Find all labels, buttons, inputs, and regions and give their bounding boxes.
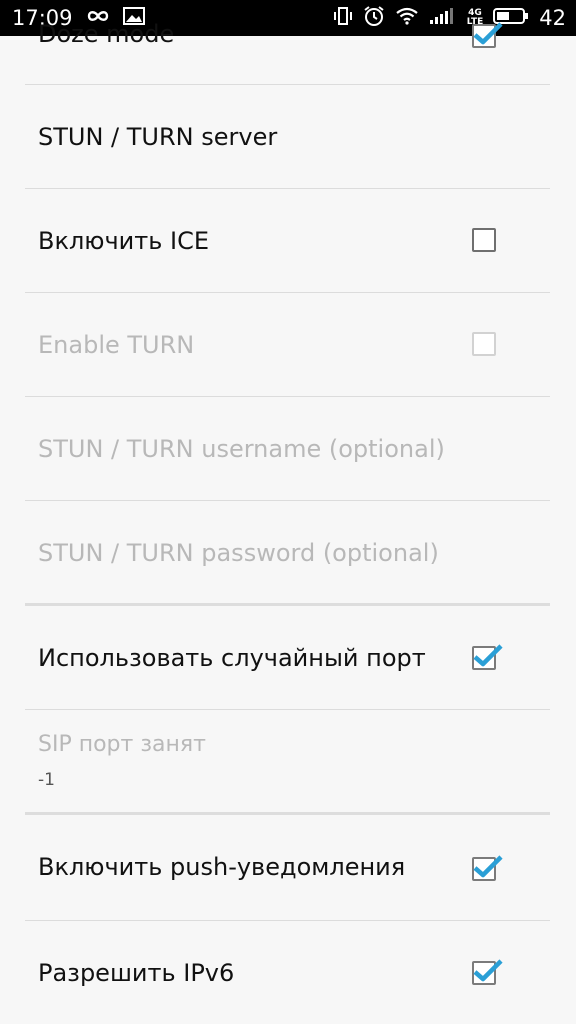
setting-label: Включить ICE: [38, 227, 210, 255]
setting-push-notifications[interactable]: Включить push-уведомления: [0, 815, 576, 920]
checkmark-icon: [473, 855, 503, 878]
setting-doze-mode[interactable]: Doze mode: [0, 20, 576, 84]
setting-sip-port: SIP порт занят -1: [0, 710, 576, 812]
checkmark-icon: [473, 959, 503, 982]
setting-label: Включить push-уведомления: [38, 853, 406, 881]
setting-enable-turn: Enable TURN: [0, 293, 576, 396]
setting-turn-password: STUN / TURN password (optional): [0, 501, 576, 603]
setting-label: Enable TURN: [38, 331, 195, 359]
setting-label: STUN / TURN password (optional): [38, 539, 439, 567]
random-port-checkbox[interactable]: [472, 644, 503, 670]
setting-label: Разрешить IPv6: [38, 959, 235, 987]
allow-ipv6-checkbox[interactable]: [472, 959, 503, 985]
setting-stun-turn-server[interactable]: STUN / TURN server: [0, 85, 576, 188]
enable-turn-checkbox: [472, 332, 496, 356]
checkmark-icon: [473, 644, 503, 667]
setting-label: Doze mode: [38, 20, 175, 48]
checkmark-icon: [473, 22, 503, 45]
setting-random-port[interactable]: Использовать случайный порт: [0, 606, 576, 709]
setting-allow-ipv6[interactable]: Разрешить IPv6: [0, 921, 576, 1024]
setting-label: Использовать случайный порт: [38, 644, 426, 672]
setting-label: SIP порт занят: [38, 732, 206, 757]
doze-mode-checkbox[interactable]: [472, 22, 503, 48]
setting-label: STUN / TURN username (optional): [38, 435, 445, 463]
setting-enable-ice[interactable]: Включить ICE: [0, 189, 576, 292]
setting-summary: -1: [38, 770, 55, 790]
setting-label: STUN / TURN server: [38, 123, 278, 151]
setting-turn-username: STUN / TURN username (optional): [0, 397, 576, 500]
enable-ice-checkbox[interactable]: [472, 228, 496, 252]
push-notifications-checkbox[interactable]: [472, 855, 503, 881]
